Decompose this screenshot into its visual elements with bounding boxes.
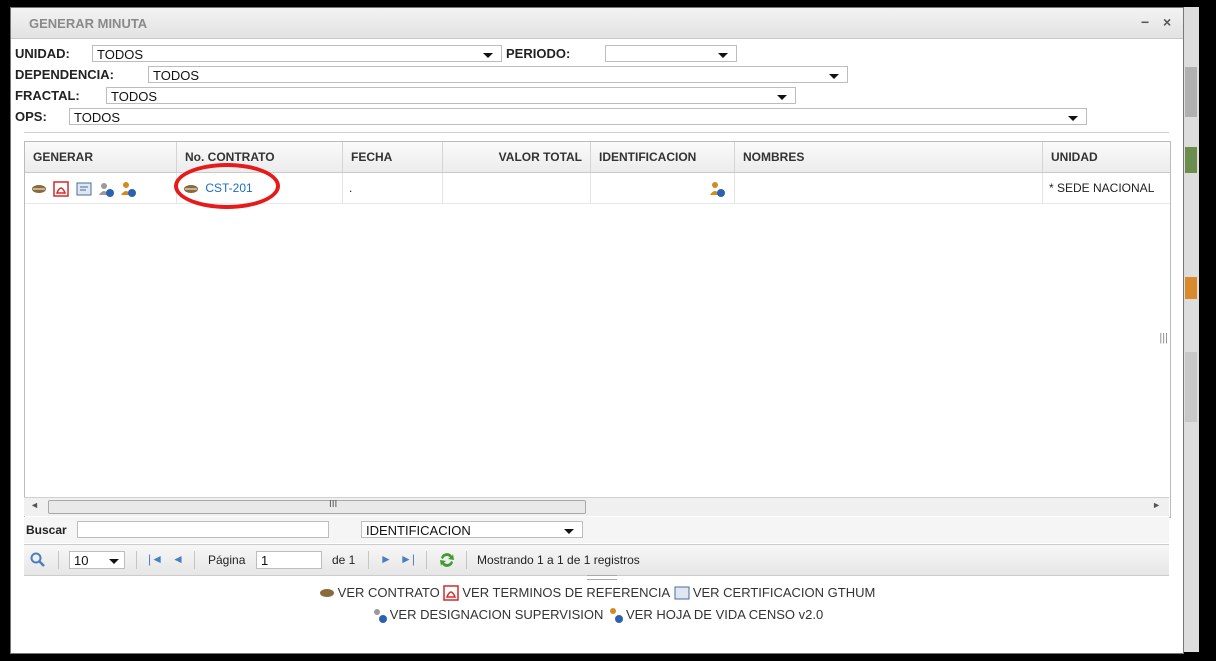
pager-toolbar: 10 |◄ ◄ Página 1 de 1 ► ►| Mostrando 1 a… [24,544,1169,576]
chevron-down-icon [483,53,493,58]
page-size-select[interactable]: 10 [69,551,125,569]
nombres-cell [735,173,1043,203]
prev-page-icon[interactable]: ◄ [172,552,184,566]
legend-ver-terminos: VER TERMINOS DE REFERENCIA [462,585,671,601]
search-bar: Buscar IDENTIFICACION [24,517,1169,543]
certificate-icon[interactable] [76,181,92,197]
search-input[interactable] [77,521,329,538]
unidad-cell: * SEDE NACIONAL [1049,181,1155,195]
search-label: Buscar [26,523,67,537]
legend-line-1: VER CONTRATO VER TERMINOS DE REFERENCIA … [11,584,1183,601]
identificacion-cell [591,173,735,203]
pdf-icon [443,584,460,601]
refresh-icon[interactable] [438,551,456,569]
chevron-down-icon [1068,116,1078,121]
col-fecha[interactable]: FECHA [343,142,443,172]
divider [24,132,1169,133]
ops-select[interactable]: TODOS [69,108,1087,125]
scroll-right-icon[interactable]: ► [1152,500,1161,510]
chevron-down-icon [777,95,787,100]
valor-total-cell [443,173,591,203]
dialog-title: GENERAR MINUTA [29,16,148,31]
search-field-select[interactable]: IDENTIFICACION [361,521,583,538]
generar-actions [25,173,177,203]
chevron-down-icon [718,53,728,58]
last-page-icon[interactable]: ►| [400,552,415,566]
legend-line-2: VER DESIGNACION SUPERVISION VER HOJA DE … [11,606,1183,623]
close-button[interactable]: × [1163,14,1171,30]
supervisor-info-icon[interactable] [98,181,115,197]
periodo-label: PERIODO: [506,46,571,61]
horizontal-scrollbar[interactable]: ◄ III ► [24,497,1169,516]
page-label: Página [208,553,246,567]
ops-label: OPS: [15,109,47,124]
pager-status: Mostrando 1 a 1 de 1 registros [477,553,640,567]
unidad-label: UNIDAD: [15,46,70,61]
highlight-circle-annotation [174,163,280,209]
chevron-down-icon [109,559,119,564]
fractal-select[interactable]: TODOS [106,87,796,104]
legend-ver-designacion: VER DESIGNACION SUPERVISION [389,607,604,623]
person-info-icon[interactable] [709,181,725,197]
fecha-cell: . [343,173,443,203]
legend-ver-certificacion: VER CERTIFICACION GTHUM [692,585,876,601]
first-page-icon[interactable]: |◄ [148,552,163,566]
periodo-select[interactable] [605,45,737,62]
fractal-label: FRACTAL: [15,88,80,103]
col-identificacion[interactable]: IDENTIFICACION [591,142,735,172]
scroll-left-icon[interactable]: ◄ [30,500,39,510]
chevron-down-icon [564,529,574,534]
legend-ver-contrato: VER CONTRATO [337,585,440,601]
col-valor-total[interactable]: VALOR TOTAL [443,142,591,172]
minimize-button[interactable]: − [1141,14,1149,30]
search-icon[interactable] [30,552,46,568]
vertical-scroll-grip[interactable]: ||| [1159,332,1168,344]
page-number-input[interactable]: 1 [256,551,322,569]
dialog-titlebar: GENERAR MINUTA − × [11,8,1183,39]
person-info-icon[interactable] [120,181,137,197]
pdf-icon[interactable] [53,181,70,197]
background-window-strip [1183,7,1199,652]
person-info-icon [609,607,623,623]
supervisor-info-icon [373,608,387,623]
chevron-down-icon [829,74,839,79]
certificate-icon [674,586,690,600]
dependencia-label: DEPENDENCIA: [15,67,114,82]
col-unidad[interactable]: UNIDAD [1043,142,1170,172]
scroll-thumb[interactable]: III [48,499,586,514]
unidad-select[interactable]: TODOS [92,45,502,62]
page-count: de 1 [332,553,356,567]
resize-grip[interactable] [587,575,617,580]
legend-ver-hoja-vida: VER HOJA DE VIDA CENSO v2.0 [625,607,824,623]
handshake-icon[interactable] [31,181,47,197]
handshake-icon [319,588,334,597]
generar-minuta-dialog: GENERAR MINUTA − × UNIDAD: TODOS PERIODO… [10,7,1184,654]
col-generar[interactable]: GENERAR [25,142,177,172]
dependencia-select[interactable]: TODOS [148,66,848,83]
col-nombres[interactable]: NOMBRES [735,142,1043,172]
next-page-icon[interactable]: ► [380,552,392,566]
